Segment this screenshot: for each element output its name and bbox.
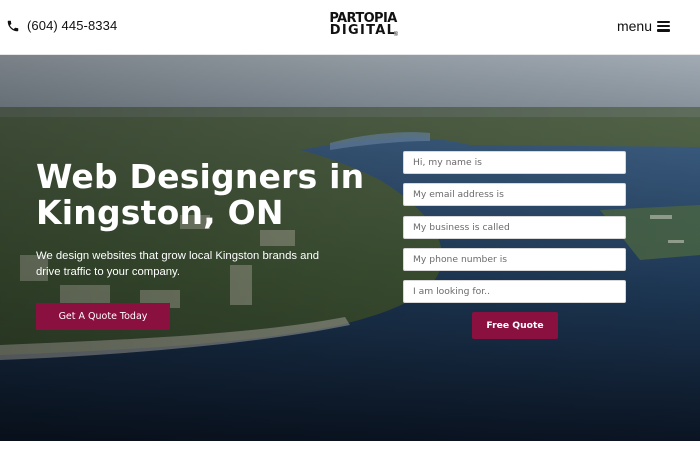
logo-registered-mark: ® [393,32,398,38]
business-field[interactable] [403,216,626,239]
looking-for-field[interactable] [403,280,626,303]
hamburger-icon [657,20,670,32]
menu-label: menu [616,18,652,34]
site-logo[interactable]: PARTOPIA DIGITAL ® [327,12,399,41]
phone-link[interactable]: (604) 445-8334 [6,18,117,33]
phone-field[interactable] [403,248,626,271]
name-field[interactable] [403,151,626,174]
phone-number[interactable]: (604) 445-8334 [27,18,117,33]
get-quote-button[interactable]: Get A Quote Today [36,303,170,330]
hero-headline: Web Designers in Kingston, ON [36,157,365,232]
hero-section: Web Designers in Kingston, ON We design … [0,55,700,441]
email-field[interactable] [403,183,626,206]
phone-icon [6,19,20,33]
menu-button[interactable]: menu [617,18,670,34]
logo-line-2: DIGITAL [329,23,397,38]
site-header: (604) 445-8334 PARTOPIA DIGITAL ® menu [0,0,700,55]
free-quote-button[interactable]: Free Quote [472,312,558,339]
hero-subtext: We design websites that grow local Kings… [36,250,320,278]
